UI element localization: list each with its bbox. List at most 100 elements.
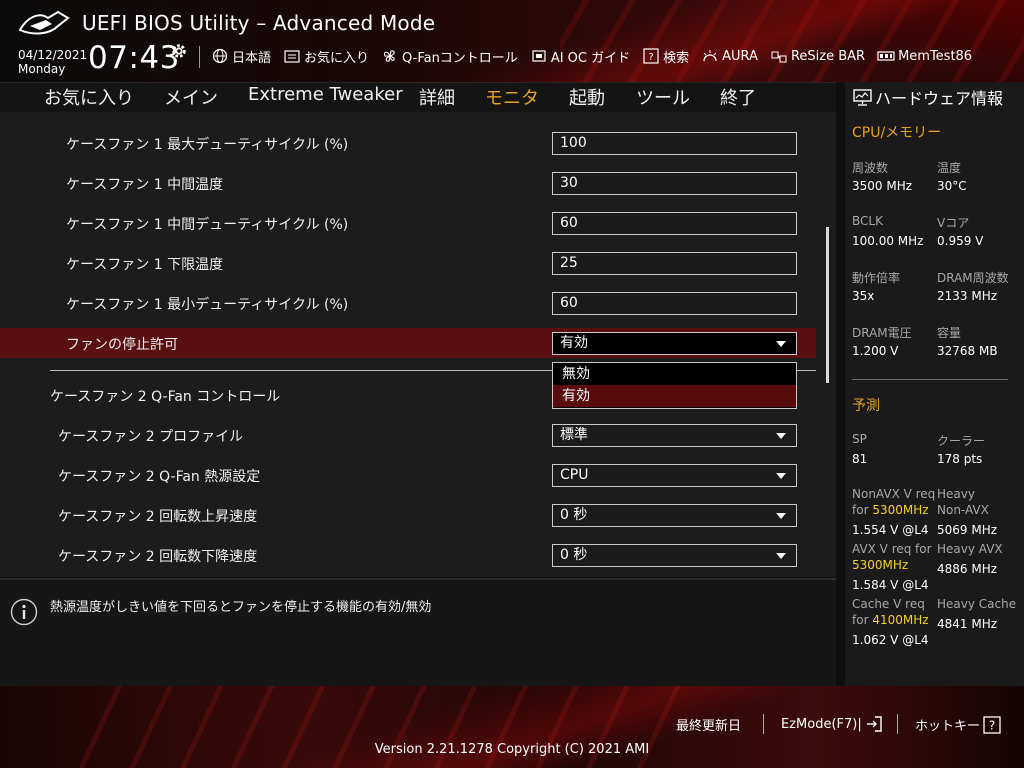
version-text: Version 2.21.1278 Copyright (C) 2021 AMI xyxy=(374,742,650,757)
bclk-label: BCLK xyxy=(852,214,883,228)
fan2-source-select[interactable]: CPU xyxy=(552,464,797,487)
toolbar: 日本語 お気に入り Q-Fanコントロール AI OC ガイド ? 検索 AUR… xyxy=(211,46,984,66)
bclk-value: 100.00 MHz xyxy=(852,234,924,248)
main-menu: お気に入り メイン Extreme Tweaker 詳細 モニタ 起動 ツール … xyxy=(0,82,836,116)
fan1-min-duty-input[interactable]: 60 xyxy=(552,292,797,315)
ratio-label: 動作倍率 xyxy=(852,271,901,285)
memtest-button[interactable]: MemTest86 xyxy=(877,48,972,64)
heavy-cache-label: Heavy Cache xyxy=(937,597,1017,611)
fan1-mid-temp-input[interactable]: 30 xyxy=(552,172,797,195)
avx-freq: 5300MHz xyxy=(852,558,909,572)
tab-tool[interactable]: ツール xyxy=(636,84,690,110)
cooler-value: 178 pts xyxy=(937,452,983,466)
heavy-cache-value: 4841 MHz xyxy=(937,617,998,631)
scrollbar[interactable] xyxy=(826,227,829,383)
temperature-value: 30°C xyxy=(937,179,967,193)
dram-voltage-label: DRAM電圧 xyxy=(852,326,912,340)
dropdown-option-disabled[interactable]: 無効 xyxy=(553,363,796,385)
weekday-label: Monday xyxy=(18,62,66,76)
fan2-step-down-value: 0 秒 xyxy=(560,547,588,563)
frequency-label: 周波数 xyxy=(852,161,889,175)
aura-label: AURA xyxy=(722,48,758,64)
qfan-control-button[interactable]: Q-Fanコントロール xyxy=(381,47,518,66)
rog-logo-icon xyxy=(18,10,70,35)
section-title: ケースファン 2 Q-Fan コントロール xyxy=(50,389,281,405)
hardware-monitor-panel: ハードウェア情報 CPU/メモリー 周波数 温度 3500 MHz 30°C B… xyxy=(845,82,1024,686)
tab-boot[interactable]: 起動 xyxy=(569,84,605,110)
fan2-profile-select[interactable]: 標準 xyxy=(552,424,797,447)
tab-exit[interactable]: 終了 xyxy=(720,84,756,110)
heavy-avx-label: Heavy AVX xyxy=(937,542,1003,556)
chevron-down-icon xyxy=(776,341,786,347)
aura-icon xyxy=(703,50,717,62)
footer-separator xyxy=(897,714,898,734)
cache-req-label: Cache V req xyxy=(852,597,925,611)
avx-for-label: for xyxy=(915,542,932,556)
panel-title: ハードウェア情報 xyxy=(853,85,1003,109)
fan1-mid-duty-input[interactable]: 60 xyxy=(552,212,797,235)
for-text: for xyxy=(852,503,869,517)
setting-label: ケースファン 1 最大デューティサイクル (%) xyxy=(66,137,349,153)
hotkeys-label: ホットキー xyxy=(915,719,981,734)
chevron-down-icon xyxy=(776,513,786,519)
tab-extreme-tweaker[interactable]: Extreme Tweaker xyxy=(248,84,403,105)
dram-frequency-label: DRAM周波数 xyxy=(937,271,1009,285)
avx-req-label: AVX V req xyxy=(852,542,912,556)
clock-time: 07:43 xyxy=(88,40,180,76)
fan-stop-select[interactable]: 有効 xyxy=(552,332,797,355)
avx-voltage-value: 1.584 V @L4 xyxy=(852,578,929,592)
gear-icon[interactable] xyxy=(170,42,188,60)
tab-main[interactable]: メイン xyxy=(164,84,218,110)
setting-label: ケースファン 1 中間デューティサイクル (%) xyxy=(66,217,349,233)
temperature-label: 温度 xyxy=(937,161,962,175)
fan1-min-temp-input[interactable]: 25 xyxy=(552,252,797,275)
language-button[interactable]: 日本語 xyxy=(211,47,271,66)
question-icon: ? xyxy=(983,715,1001,734)
chevron-down-icon xyxy=(776,553,786,559)
nonavx-req-label: NonAVX V req xyxy=(852,487,936,501)
favorites-label: お気に入り xyxy=(304,50,370,66)
fan-stop-label: ファンの停止許可 xyxy=(66,337,178,353)
fan2-step-up-select[interactable]: 0 秒 xyxy=(552,504,797,527)
vcore-value: 0.959 V xyxy=(937,234,984,248)
chevron-down-icon xyxy=(776,433,786,439)
prediction-section-title: 予測 xyxy=(852,398,880,414)
nonavx-freq: 5300MHz xyxy=(872,503,929,517)
for-text: for xyxy=(852,613,869,627)
search-button[interactable]: ? 検索 xyxy=(642,47,689,66)
nonavx-voltage-value: 1.554 V @L4 xyxy=(852,523,929,537)
memtest-icon xyxy=(877,51,895,61)
exit-arrow-icon xyxy=(866,716,882,732)
dram-frequency-value: 2133 MHz xyxy=(937,289,998,303)
setting-label: ケースファン 2 回転数下降速度 xyxy=(58,549,258,565)
last-modified-button[interactable]: 最終更新日 xyxy=(676,715,741,734)
header-bar: UEFI BIOS Utility – Advanced Mode 04/12/… xyxy=(0,0,1024,82)
app-title: UEFI BIOS Utility – Advanced Mode xyxy=(82,11,436,35)
cooler-label: クーラー xyxy=(937,434,986,448)
aura-button[interactable]: AURA xyxy=(701,48,758,64)
ai-oc-guide-button[interactable]: AI OC ガイド xyxy=(530,47,630,66)
dropdown-option-enabled[interactable]: 有効 xyxy=(553,385,796,407)
setting-label: ケースファン 2 回転数上昇速度 xyxy=(58,509,258,525)
cpu-memory-section-title: CPU/メモリー xyxy=(852,125,942,141)
setting-label: ケースファン 1 下限温度 xyxy=(66,257,224,273)
favorites-button[interactable]: お気に入り xyxy=(283,47,369,66)
fan-icon xyxy=(383,50,395,62)
heavy-nonavx-value: 5069 MHz xyxy=(937,523,998,537)
heavy-avx-value: 4886 MHz xyxy=(937,562,998,576)
footer-separator xyxy=(763,714,764,734)
ezmode-button[interactable]: EzMode(F7)| xyxy=(781,715,883,733)
fan2-step-down-select[interactable]: 0 秒 xyxy=(552,544,797,567)
resize-bar-button[interactable]: ReSize BAR xyxy=(770,48,865,64)
tab-favorites[interactable]: お気に入り xyxy=(44,84,134,110)
ratio-value: 35x xyxy=(852,289,875,303)
fan1-max-duty-input[interactable]: 100 xyxy=(552,132,797,155)
help-panel: 熱源温度がしきい値を下回るとファンを停止する機能の有効/無効 xyxy=(0,578,836,686)
fan2-source-value: CPU xyxy=(560,467,589,483)
setting-label: ケースファン 1 中間温度 xyxy=(66,177,224,193)
ai-oc-guide-label: AI OC ガイド xyxy=(550,50,631,66)
cache-voltage-value: 1.062 V @L4 xyxy=(852,633,929,647)
tab-advanced[interactable]: 詳細 xyxy=(419,84,455,110)
tab-monitor[interactable]: モニタ xyxy=(485,84,539,116)
hotkeys-button[interactable]: ホットキー ? xyxy=(915,715,1001,734)
